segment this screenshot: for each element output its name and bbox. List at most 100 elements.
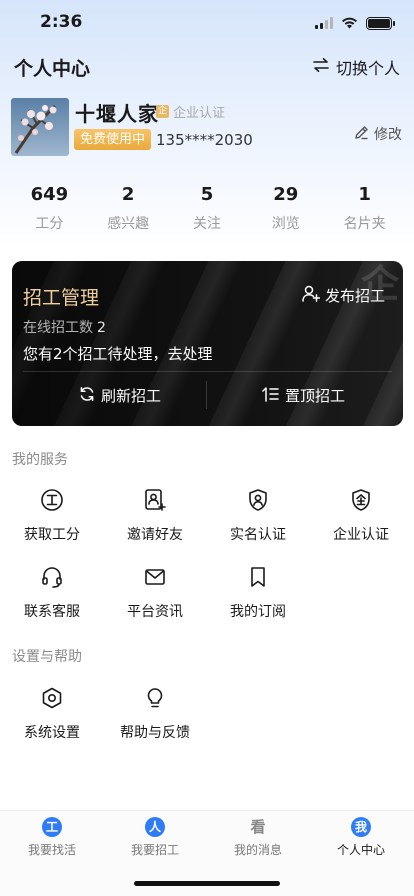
recruit-card-title: 招工管理 xyxy=(23,287,100,309)
stat-value: 2 xyxy=(121,184,135,205)
refresh-recruit-button[interactable]: 刷新招工 xyxy=(79,385,161,406)
recruit-management-card: 企 招工管理 发布招工 在线招工数 2 您有2个招工待处理，去处理 刷新招工 置顶… xyxy=(12,261,403,426)
coin-icon xyxy=(0,486,104,514)
enterprise-verify-label: 企业认证 xyxy=(333,527,389,543)
invite-icon xyxy=(103,486,207,514)
enterprise-verify-item[interactable]: 企业认证 xyxy=(309,486,413,544)
add-user-icon xyxy=(302,285,321,306)
tab-label: 我的消息 xyxy=(233,843,282,857)
services-section-title: 我的服务 xyxy=(12,452,68,468)
page-header: 个人中心 切换个人 xyxy=(0,50,414,84)
recruit-tab-icon: 人 xyxy=(145,817,165,837)
invite-friends-label: 邀请好友 xyxy=(127,527,183,543)
messages-tab-icon: 看 xyxy=(250,818,266,836)
stat-value: 5 xyxy=(200,184,214,205)
battery-icon xyxy=(366,17,395,30)
profile-tab-icon: 我 xyxy=(351,817,371,837)
tab-label: 个人中心 xyxy=(336,843,385,857)
stats-row: 649 工分 2 感兴趣 5 关注 29 浏览 1 名片夹 xyxy=(10,184,404,236)
id-verify-item[interactable]: 实名认证 xyxy=(206,486,310,544)
customer-service-item[interactable]: 联系客服 xyxy=(0,563,104,621)
swap-icon xyxy=(312,57,330,77)
stat-following[interactable]: 5 关注 xyxy=(168,184,247,236)
online-recruit-count: 在线招工数 2 xyxy=(23,317,106,337)
edit-profile-button[interactable]: 修改 xyxy=(354,124,402,144)
avatar[interactable] xyxy=(11,98,69,156)
get-points-label: 获取工分 xyxy=(24,527,80,543)
settings-row: 系统设置 帮助与反馈 xyxy=(0,684,414,744)
pencil-icon xyxy=(354,125,369,144)
customer-service-label: 联系客服 xyxy=(24,604,80,620)
free-usage-badge: 免费使用中 xyxy=(74,129,152,150)
signal-icon xyxy=(315,14,333,33)
my-subscription-item[interactable]: 我的订阅 xyxy=(206,563,310,621)
services-row-2: 联系客服 平台资讯 我的订阅 xyxy=(0,563,414,623)
pin-top-recruit-label: 置顶招工 xyxy=(285,387,346,405)
status-icons xyxy=(315,14,395,33)
mail-icon xyxy=(103,563,207,591)
home-indicator xyxy=(134,881,280,886)
switch-identity-label: 切换个人 xyxy=(335,59,400,78)
stat-card-holder[interactable]: 1 名片夹 xyxy=(325,184,404,236)
stat-label: 工分 xyxy=(35,216,64,232)
help-feedback-label: 帮助与反馈 xyxy=(120,725,190,741)
refresh-icon xyxy=(79,386,95,406)
stat-interested[interactable]: 2 感兴趣 xyxy=(89,184,168,236)
stat-label: 感兴趣 xyxy=(107,216,150,232)
find-work-tab-icon: 工 xyxy=(42,817,62,837)
publish-recruit-button[interactable]: 发布招工 xyxy=(302,285,385,306)
tab-find-work[interactable]: 工 我要找活 xyxy=(0,817,104,858)
invite-friends-item[interactable]: 邀请好友 xyxy=(103,486,207,544)
tab-messages[interactable]: 看 我的消息 xyxy=(206,817,310,858)
id-verify-label: 实名认证 xyxy=(230,527,286,543)
id-verify-icon xyxy=(206,486,310,514)
get-points-item[interactable]: 获取工分 xyxy=(0,486,104,544)
stat-label: 名片夹 xyxy=(343,216,386,232)
enterprise-badge-icon: 企 xyxy=(156,105,169,118)
pin-top-recruit-button[interactable]: 置顶招工 xyxy=(262,385,345,406)
card-vertical-divider xyxy=(206,381,207,409)
help-feedback-item[interactable]: 帮助与反馈 xyxy=(103,684,207,742)
platform-news-item[interactable]: 平台资讯 xyxy=(103,563,207,621)
stat-views[interactable]: 29 浏览 xyxy=(246,184,325,236)
system-settings-item[interactable]: 系统设置 xyxy=(0,684,104,742)
tab-profile[interactable]: 我 个人中心 xyxy=(309,817,413,858)
card-divider xyxy=(23,371,392,372)
phone-number: 135****2030 xyxy=(156,131,253,149)
tab-label: 我要找活 xyxy=(27,843,76,857)
page-title: 个人中心 xyxy=(14,58,91,80)
profile-section: 十堰人家 企 企业认证 免费使用中 135****2030 修改 xyxy=(0,96,414,160)
headset-icon xyxy=(0,563,104,591)
stat-value: 29 xyxy=(273,184,299,205)
status-time: 2:36 xyxy=(40,12,83,32)
stat-label: 浏览 xyxy=(271,216,300,232)
stat-label: 关注 xyxy=(192,216,221,232)
profile-name: 十堰人家 xyxy=(75,102,159,126)
enterprise-cert-tag: 企 企业认证 xyxy=(156,102,225,121)
switch-identity-button[interactable]: 切换个人 xyxy=(312,55,400,79)
enterprise-icon xyxy=(309,486,413,514)
system-settings-label: 系统设置 xyxy=(24,725,80,741)
tab-label: 我要招工 xyxy=(130,843,179,857)
status-bar: 2:36 xyxy=(0,0,414,44)
enterprise-cert-label: 企业认证 xyxy=(173,106,226,121)
refresh-recruit-label: 刷新招工 xyxy=(101,387,162,405)
bulb-icon xyxy=(103,684,207,712)
tab-recruit[interactable]: 人 我要招工 xyxy=(103,817,207,858)
stat-points[interactable]: 649 工分 xyxy=(10,184,89,236)
wifi-icon xyxy=(341,14,358,33)
stat-value: 1 xyxy=(358,184,371,205)
publish-recruit-label: 发布招工 xyxy=(324,287,385,305)
online-recruit-label: 在线招工数 xyxy=(23,320,93,336)
bookmark-icon xyxy=(206,563,310,591)
hexagon-settings-icon xyxy=(0,684,104,712)
settings-section-title: 设置与帮助 xyxy=(12,649,82,665)
services-row-1: 获取工分 邀请好友 实名认证 企业认证 xyxy=(0,486,414,546)
my-subscription-label: 我的订阅 xyxy=(230,604,286,620)
pending-recruit-link[interactable]: 您有2个招工待处理，去处理 xyxy=(23,343,213,364)
online-recruit-value: 2 xyxy=(97,320,106,336)
stat-value: 649 xyxy=(30,184,69,205)
pin-top-icon xyxy=(262,386,279,406)
edit-profile-label: 修改 xyxy=(374,127,402,143)
platform-news-label: 平台资讯 xyxy=(127,604,183,620)
